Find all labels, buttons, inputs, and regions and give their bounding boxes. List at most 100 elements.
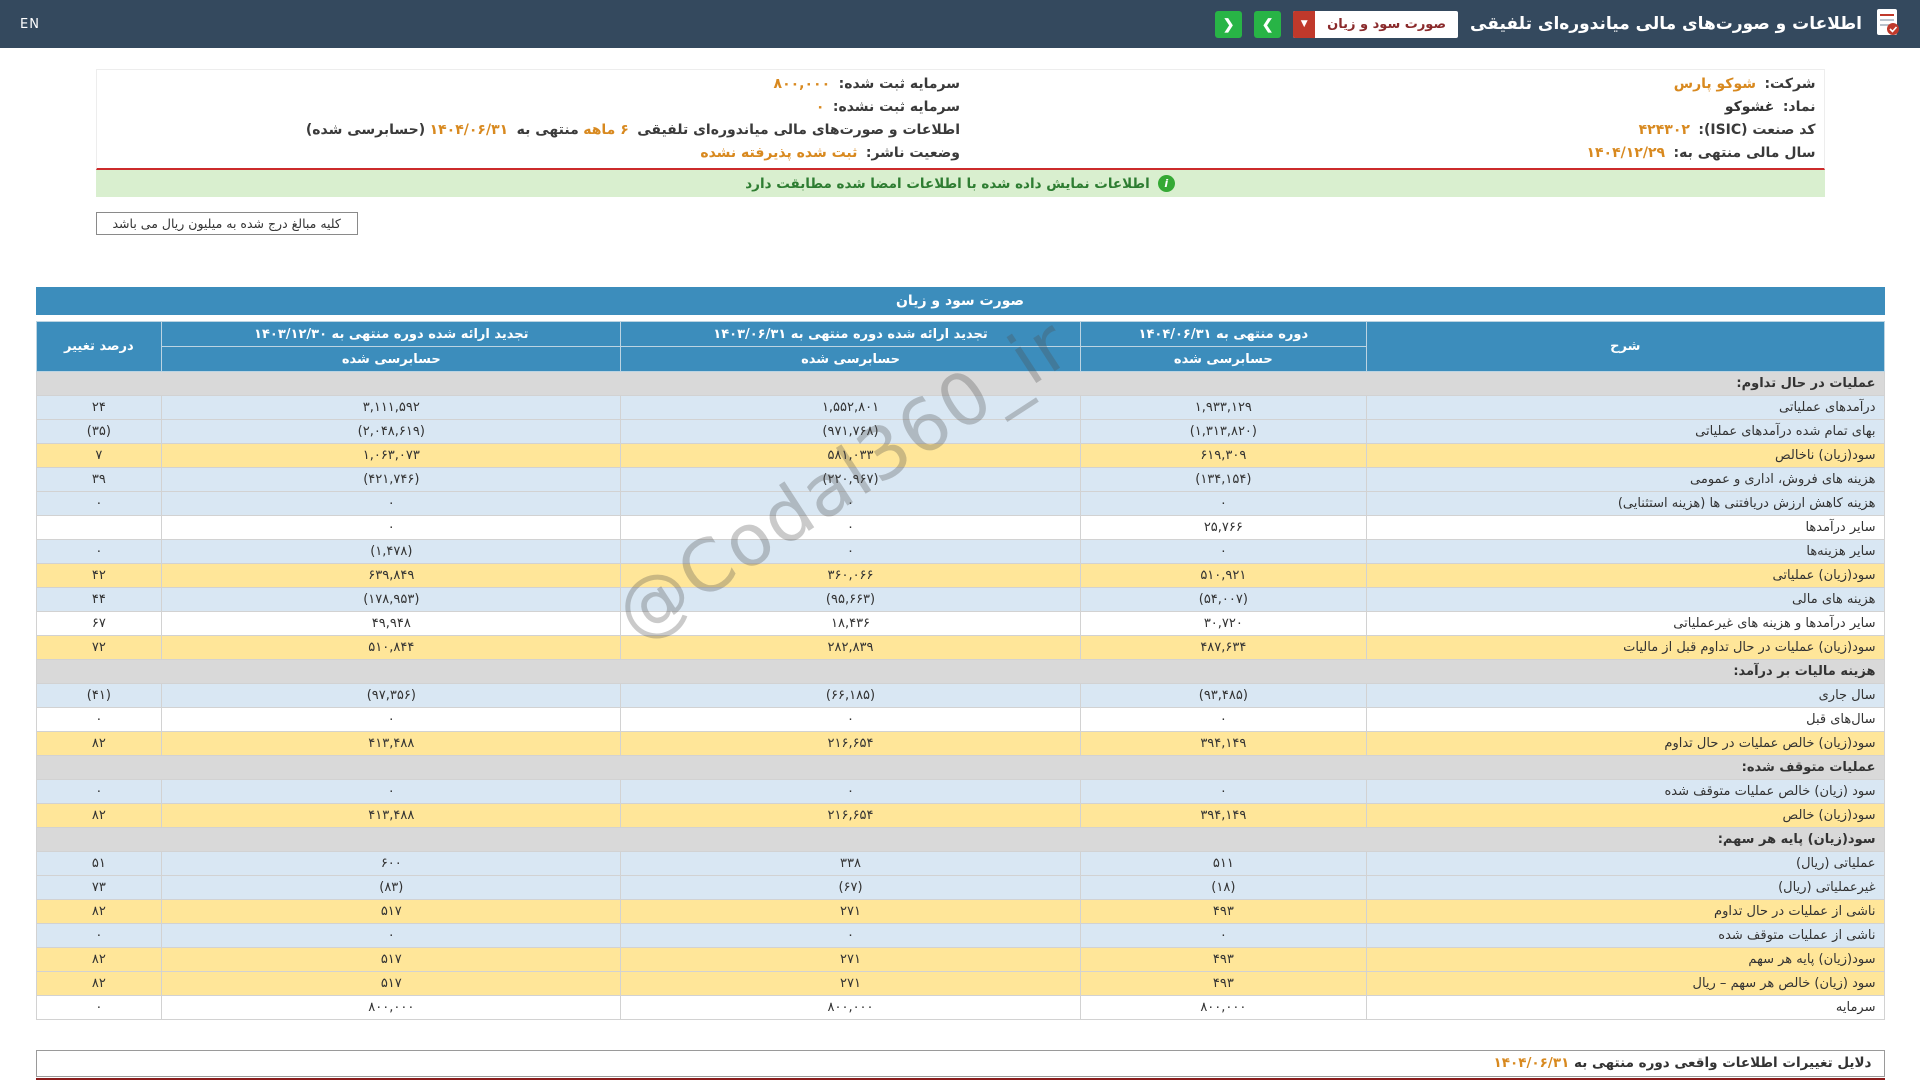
row-label: سایر درآمدها و هزینه های غیرعملیاتی <box>1366 611 1885 636</box>
row-label: ناشی از عملیات متوقف شده <box>1366 923 1885 948</box>
language-toggle[interactable]: EN <box>20 17 40 32</box>
cell-value: ۳۹۴,۱۴۹ <box>1079 731 1368 756</box>
table-row: سایر هزینه‌ها ۰ ۰ (۱,۴۷۸) ۰ <box>35 539 1885 564</box>
amounts-unit-note: کلیه مبالغ درج شده به میلیون ریال می باش… <box>95 212 358 235</box>
fiscal-year-value: ۱۴۰۴/۱۲/۲۹ <box>1586 145 1666 161</box>
cell-value: ۰ <box>161 515 622 540</box>
percent-change-value: ۸۲ <box>35 731 163 756</box>
cell-value: ۴۱۳,۴۸۸ <box>161 803 622 828</box>
row-label: سود(زیان) پایه هر سهم <box>1366 947 1885 972</box>
cell-value: ۸۰۰,۰۰۰ <box>620 995 1081 1020</box>
percent-change-value <box>35 515 163 540</box>
table-row: سود(زیان) عملیاتی ۵۱۰,۹۲۱ ۳۶۰,۰۶۶ ۶۳۹,۸۴۹ ۴۲ <box>35 563 1885 588</box>
registered-capital-value: ۸۰۰,۰۰۰ <box>773 76 831 92</box>
row-label: غیرعملیاتی (ریال) <box>1366 875 1885 900</box>
symbol-row: نماد: غشوکو <box>960 98 1816 116</box>
cell-value: ۴۱۳,۴۸۸ <box>161 731 622 756</box>
cell-value: (۲,۰۴۸,۶۱۹) <box>161 419 622 444</box>
cell-value: ۱,۹۳۳,۱۲۹ <box>1079 395 1368 420</box>
registered-capital-row: سرمایه ثبت شده: ۸۰۰,۰۰۰ <box>105 75 960 93</box>
table-row: سال جاری (۹۳,۴۸۵) (۶۶,۱۸۵) (۹۷,۳۵۶) (۴۱) <box>35 683 1885 708</box>
table-row: عملیاتی (ریال) ۵۱۱ ۳۳۸ ۶۰۰ ۵۱ <box>35 851 1885 876</box>
period-prefix: اطلاعات و صورت‌های مالی میاندوره‌ای تلفی… <box>637 122 960 138</box>
app-logo-icon <box>1874 7 1900 41</box>
table-row: سود(زیان) پایه هر سهم ۴۹۳ ۲۷۱ ۵۱۷ ۸۲ <box>35 947 1885 972</box>
row-label: هزینه کاهش ارزش دریافتنی ها (هزینه استثن… <box>1366 491 1885 516</box>
nav-back-button[interactable]: ❮ <box>1215 10 1243 38</box>
header-period-current: دوره منتهی به ۱۴۰۴/۰۶/۳۱ <box>1079 321 1368 347</box>
company-name-row: شرکت: شوکو پارس <box>960 75 1816 93</box>
section-row: عملیات متوقف شده: <box>35 755 1885 780</box>
cell-value: ۳,۱۱۱,۵۹۲ <box>161 395 622 420</box>
row-label: سایر درآمدها <box>1366 515 1885 540</box>
cell-value: (۱۳۴,۱۵۴) <box>1079 467 1368 492</box>
cell-value: ۲۵,۷۶۶ <box>1079 515 1368 540</box>
cell-value: ۴۹۳ <box>1079 899 1368 924</box>
cell-value: ۳۳۸ <box>620 851 1081 876</box>
issuer-status-row: وضعیت ناشر: ثبت شده پذیرفته نشده <box>105 144 960 162</box>
audited-label: حسابرسی شده <box>161 346 622 372</box>
row-label: سود(زیان) عملیات در حال تداوم قبل از مال… <box>1366 635 1885 660</box>
percent-change-value: ۰ <box>35 539 163 564</box>
isic-label: کد صنعت (ISIC): <box>1698 122 1816 138</box>
cell-value: ۵۱۰,۸۴۴ <box>161 635 622 660</box>
unregistered-capital-label: سرمایه ثبت نشده: <box>832 99 960 115</box>
cell-value: ۰ <box>161 491 622 516</box>
cell-value: (۱,۴۷۸) <box>161 539 622 564</box>
cell-value: (۹۷,۳۵۶) <box>161 683 622 708</box>
page-title: اطلاعات و صورت‌های مالی میاندوره‌ای تلفی… <box>1470 14 1862 34</box>
table-row: سود(زیان) عملیات در حال تداوم قبل از مال… <box>35 635 1885 660</box>
row-label: هزینه های فروش، اداری و عمومی <box>1366 467 1885 492</box>
row-label: سرمایه <box>1366 995 1885 1020</box>
section-row: عملیات در حال تداوم: <box>35 371 1885 396</box>
cell-value: ۰ <box>620 923 1081 948</box>
cell-value: ۴۹,۹۴۸ <box>161 611 622 636</box>
signature-banner-text: اطلاعات نمایش داده شده با اطلاعات امضا ش… <box>745 175 1150 192</box>
period-duration: ۶ ماهه <box>583 122 629 138</box>
signature-match-banner: i اطلاعات نمایش داده شده با اطلاعات امضا… <box>95 170 1825 197</box>
percent-change-value: ۸۲ <box>35 803 163 828</box>
cell-value: ۵۱۱ <box>1079 851 1368 876</box>
table-row: بهای تمام شده درآمدهای عملیاتی (۱,۳۱۳,۸۲۰… <box>35 419 1885 444</box>
section-row: هزینه مالیات بر درآمد: <box>35 659 1885 684</box>
issuer-status-value: ثبت شده پذیرفته نشده <box>700 145 858 161</box>
top-bar-left-group: EN <box>20 17 40 32</box>
row-label: بهای تمام شده درآمدهای عملیاتی <box>1366 419 1885 444</box>
cell-value: (۲۲۰,۹۶۷) <box>620 467 1081 492</box>
cell-value: ۸۰۰,۰۰۰ <box>1079 995 1368 1020</box>
row-label: سود(زیان) عملیاتی <box>1366 563 1885 588</box>
section-row: سود(زیان) پایه هر سهم: <box>35 827 1885 852</box>
nav-forward-button[interactable]: ❯ <box>1254 10 1282 38</box>
cell-value: ۵۱۷ <box>161 899 622 924</box>
company-value: شوکو پارس <box>1673 76 1756 92</box>
cell-value: ۶۳۹,۸۴۹ <box>161 563 622 588</box>
row-label: سود(زیان) خالص <box>1366 803 1885 828</box>
symbol-label: نماد: <box>1782 99 1816 115</box>
row-label: ناشی از عملیات در حال تداوم <box>1366 899 1885 924</box>
table-row: هزینه های فروش، اداری و عمومی (۱۳۴,۱۵۴) (۲… <box>35 467 1885 492</box>
unregistered-capital-row: سرمایه ثبت نشده: ۰ <box>105 98 960 116</box>
percent-change-value: ۵۱ <box>35 851 163 876</box>
row-label: عملیاتی (ریال) <box>1366 851 1885 876</box>
percent-change-value: ۷۳ <box>35 875 163 900</box>
amounts-unit-note-text: کلیه مبالغ درج شده به میلیون ریال می باش… <box>112 216 341 231</box>
cell-value: ۰ <box>1079 707 1368 732</box>
table-row: هزینه کاهش ارزش دریافتنی ها (هزینه استثن… <box>35 491 1885 516</box>
cell-value: (۵۴,۰۰۷) <box>1079 587 1368 612</box>
company-info-left-column: سرمایه ثبت شده: ۸۰۰,۰۰۰ سرمایه ثبت نشده:… <box>105 75 960 162</box>
table-row: غیرعملیاتی (ریال) (۱۸) (۶۷) (۸۳) ۷۳ <box>35 875 1885 900</box>
cell-value: ۶۰۰ <box>161 851 622 876</box>
cell-value: ۲۱۶,۶۵۴ <box>620 803 1081 828</box>
period-middle: منتهی به <box>516 122 579 138</box>
company-info-panel: شرکت: شوکو پارس نماد: غشوکو کد صنعت (ISI… <box>95 69 1825 170</box>
table-row: سرمایه ۸۰۰,۰۰۰ ۸۰۰,۰۰۰ ۸۰۰,۰۰۰ ۰ <box>35 995 1885 1020</box>
percent-change-value: ۸۲ <box>35 971 163 996</box>
cell-value: ۰ <box>620 491 1081 516</box>
cell-value: (۹۵,۶۶۳) <box>620 587 1081 612</box>
chevron-down-icon: ▼ <box>1293 10 1316 38</box>
report-type-select[interactable]: صورت سود و زیان ▼ <box>1293 10 1459 38</box>
cell-value: ۱,۰۶۳,۰۷۳ <box>161 443 622 468</box>
changes-reasons-date: ۱۴۰۴/۰۶/۳۱ <box>1493 1055 1570 1071</box>
cell-value: (۱۷۸,۹۵۳) <box>161 587 622 612</box>
cell-value: (۴۲۱,۷۴۶) <box>161 467 622 492</box>
